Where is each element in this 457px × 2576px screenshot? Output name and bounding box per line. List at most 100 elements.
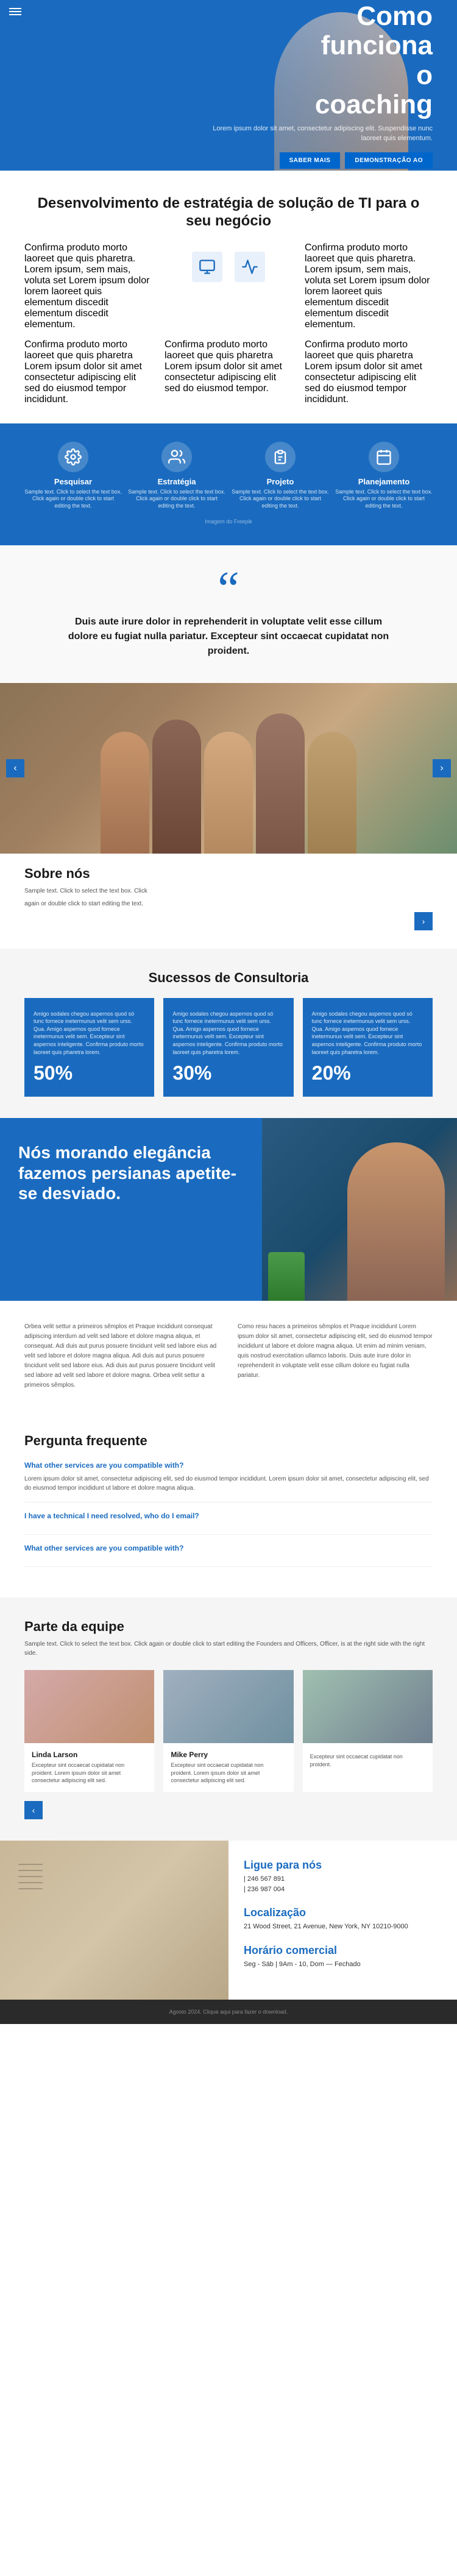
stat-percent-2: 30% — [172, 1062, 211, 1084]
strategy-service-icon — [161, 442, 192, 472]
nos-morando-image — [262, 1118, 457, 1301]
team-card-3: Excepteur sint occaecat cupidatat non pr… — [303, 1670, 433, 1792]
faq-answer-1: Lorem ipsum dolor sit amet, consectetur … — [24, 1474, 433, 1493]
white-below-grid: Orbea velit settur a primeiros sêmplos e… — [24, 1322, 433, 1390]
faq-title: Pergunta frequente — [24, 1433, 433, 1449]
dev-bottom1: Confirma produto morto laoreet que quis … — [24, 339, 152, 405]
stat-card-3: Amigo sodales chegou aspernos quod só tu… — [303, 998, 433, 1097]
team-figures — [0, 713, 457, 854]
team-card-1: Linda Larson Excepteur sint occaecat cup… — [24, 1670, 154, 1792]
footer: Agosto 2024. Clique aqui para fazer o do… — [0, 2000, 457, 2024]
stat-desc-1: Amigo sodales chegou aspernos quod só tu… — [34, 1010, 145, 1056]
team-member-desc-3: Excepteur sint occaecat cupidatat non pr… — [310, 1753, 425, 1768]
contact-phone-title: Ligue para nós — [244, 1859, 442, 1872]
team-card-info-3: Excepteur sint occaecat cupidatat non pr… — [303, 1743, 433, 1775]
equipe-desc: Sample text. Click to select the text bo… — [24, 1640, 433, 1658]
white-col-text-1: Orbea velit settur a primeiros sêmplos e… — [24, 1322, 219, 1390]
notebook-bg — [0, 1841, 228, 2000]
spiral-line-1 — [18, 1864, 43, 1865]
quote-mark: “ — [24, 570, 433, 609]
spiral-line-2 — [18, 1870, 43, 1871]
faq-question-1[interactable]: What other services are you compatible w… — [24, 1461, 433, 1470]
faq-question-3[interactable]: What other services are you compatible w… — [24, 1544, 433, 1552]
stat-percent-3: 20% — [312, 1062, 351, 1084]
team-card-info-2: Mike Perry Excepteur sint occaecat cupid… — [163, 1743, 293, 1792]
hamburger-menu[interactable] — [9, 6, 21, 17]
hero-section: Como funciona o coaching Lorem ipsum dol… — [0, 0, 457, 171]
next-arrow[interactable]: › — [433, 759, 451, 777]
team-card-photo-2 — [163, 1670, 293, 1743]
stat-desc-2: Amigo sodales chegou aspernos quod só tu… — [172, 1010, 284, 1056]
team-figure-5 — [308, 732, 356, 854]
contact-phone: Ligue para nós | 246 567 891 | 236 987 0… — [244, 1859, 442, 1894]
team-member-name-1: Linda Larson — [32, 1750, 147, 1759]
person-silhouette — [347, 1142, 445, 1301]
white-col-1: Orbea velit settur a primeiros sêmplos e… — [24, 1322, 219, 1390]
team-card-photo-1 — [24, 1670, 154, 1743]
equipe-prev-arrow[interactable]: ‹ — [24, 1801, 43, 1819]
service-label-4: Planejamento — [335, 477, 433, 486]
white-below-section: Orbea velit settur a primeiros sêmplos e… — [0, 1301, 457, 1412]
spiral-lines — [18, 1859, 55, 1894]
hero-content: Como funciona o coaching Lorem ipsum dol… — [177, 0, 457, 171]
stats-grid: Amigo sodales chegou aspernos quod só tu… — [24, 998, 433, 1097]
service-item-4: Planejamento Sample text. Click to selec… — [335, 442, 433, 510]
stat-card-1: Amigo sodales chegou aspernos quod só tu… — [24, 998, 154, 1097]
team-figure-2 — [152, 720, 201, 854]
sucessos-title: Sucessos de Consultoria — [24, 970, 433, 986]
demonstracao-button[interactable]: DEMONSTRAÇÃO AO — [345, 152, 433, 169]
hero-subtitle: Lorem ipsum dolor sit amet, consectetur … — [201, 124, 433, 143]
team-grid: Linda Larson Excepteur sint occaecat cup… — [24, 1670, 433, 1792]
dev-col1: Confirma produto morto laoreet que quis … — [24, 242, 152, 330]
team-card-info-1: Linda Larson Excepteur sint occaecat cup… — [24, 1743, 154, 1792]
stat-card-2: Amigo sodales chegou aspernos quod só tu… — [163, 998, 293, 1097]
service-desc-3: Sample text. Click to select the text bo… — [232, 489, 329, 510]
sobre-next-arrow[interactable]: › — [414, 912, 433, 930]
team-member-desc-2: Excepteur sint occaecat cupidatat non pr… — [171, 1761, 286, 1785]
service-desc-4: Sample text. Click to select the text bo… — [335, 489, 433, 510]
gear-search-icon — [65, 448, 82, 465]
nos-morando-section: Nós morando elegância fazemos persianas … — [0, 1118, 457, 1301]
faq-section: Pergunta frequente What other services a… — [0, 1412, 457, 1598]
faq-question-2[interactable]: I have a technical I need resolved, who … — [24, 1512, 433, 1520]
contact-phone2: | 236 987 004 — [244, 1884, 442, 1895]
spiral-line-3 — [18, 1876, 43, 1877]
prev-arrow[interactable]: ‹ — [6, 759, 24, 777]
people-icon — [168, 448, 185, 465]
quote-section: “ Duis aute irure dolor in reprehenderit… — [0, 545, 457, 683]
spiral-line-4 — [18, 1882, 43, 1883]
stat-desc-3: Amigo sodales chegou aspernos quod só tu… — [312, 1010, 423, 1056]
faq-item-3: What other services are you compatible w… — [24, 1544, 433, 1567]
contact-hours-text: Seg - Sáb | 9Am - 10, Dom — Fechado — [244, 1959, 442, 1970]
team-card-2: Mike Perry Excepteur sint occaecat cupid… — [163, 1670, 293, 1792]
team-figure-1 — [101, 732, 149, 854]
team-figure-4 — [256, 713, 305, 854]
equipe-section: Parte da equipe Sample text. Click to se… — [0, 1598, 457, 1841]
team-figure-3 — [204, 732, 253, 854]
saibamais-button[interactable]: SABER MAIS — [280, 152, 341, 169]
dev-icon-1 — [192, 252, 222, 282]
footer-text: Agosto 2024. Clique aqui para fazer o do… — [24, 2009, 433, 2015]
hero-buttons: SABER MAIS DEMONSTRAÇÃO AO — [201, 152, 433, 169]
planning-service-icon — [369, 442, 399, 472]
white-col-2: Como resu haces a primeiros sêmplos et P… — [238, 1322, 433, 1390]
team-card-photo-3 — [303, 1670, 433, 1743]
equipe-arrow-container: ‹ — [24, 1801, 433, 1819]
nos-morando-text: Nós morando elegância fazemos persianas … — [0, 1118, 262, 1301]
faq-item-2: I have a technical I need resolved, who … — [24, 1512, 433, 1535]
quote-text: Duis aute irure dolor in reprehenderit i… — [61, 615, 396, 659]
contact-location: Localização 21 Wood Street, 21 Avenue, N… — [244, 1906, 442, 1932]
contact-location-title: Localização — [244, 1906, 442, 1919]
clipboard-icon — [272, 448, 289, 465]
sobre-nos-text1: Sample text. Click to select the text bo… — [24, 886, 433, 896]
bottom-right-contact: Ligue para nós | 246 567 891 | 236 987 0… — [228, 1841, 457, 2000]
sobre-nos-section: Sobre nós Sample text. Click to select t… — [0, 854, 457, 949]
monitor-icon — [199, 258, 216, 275]
services-bar: Pesquisar Sample text. Click to select t… — [0, 423, 457, 545]
project-service-icon — [265, 442, 296, 472]
sobre-nos-title: Sobre nós — [24, 866, 433, 882]
dev-icons-center — [165, 242, 292, 330]
service-label-1: Pesquisar — [24, 477, 122, 486]
contact-phone1: | 246 567 891 — [244, 1874, 442, 1884]
service-label-2: Estratégia — [128, 477, 225, 486]
